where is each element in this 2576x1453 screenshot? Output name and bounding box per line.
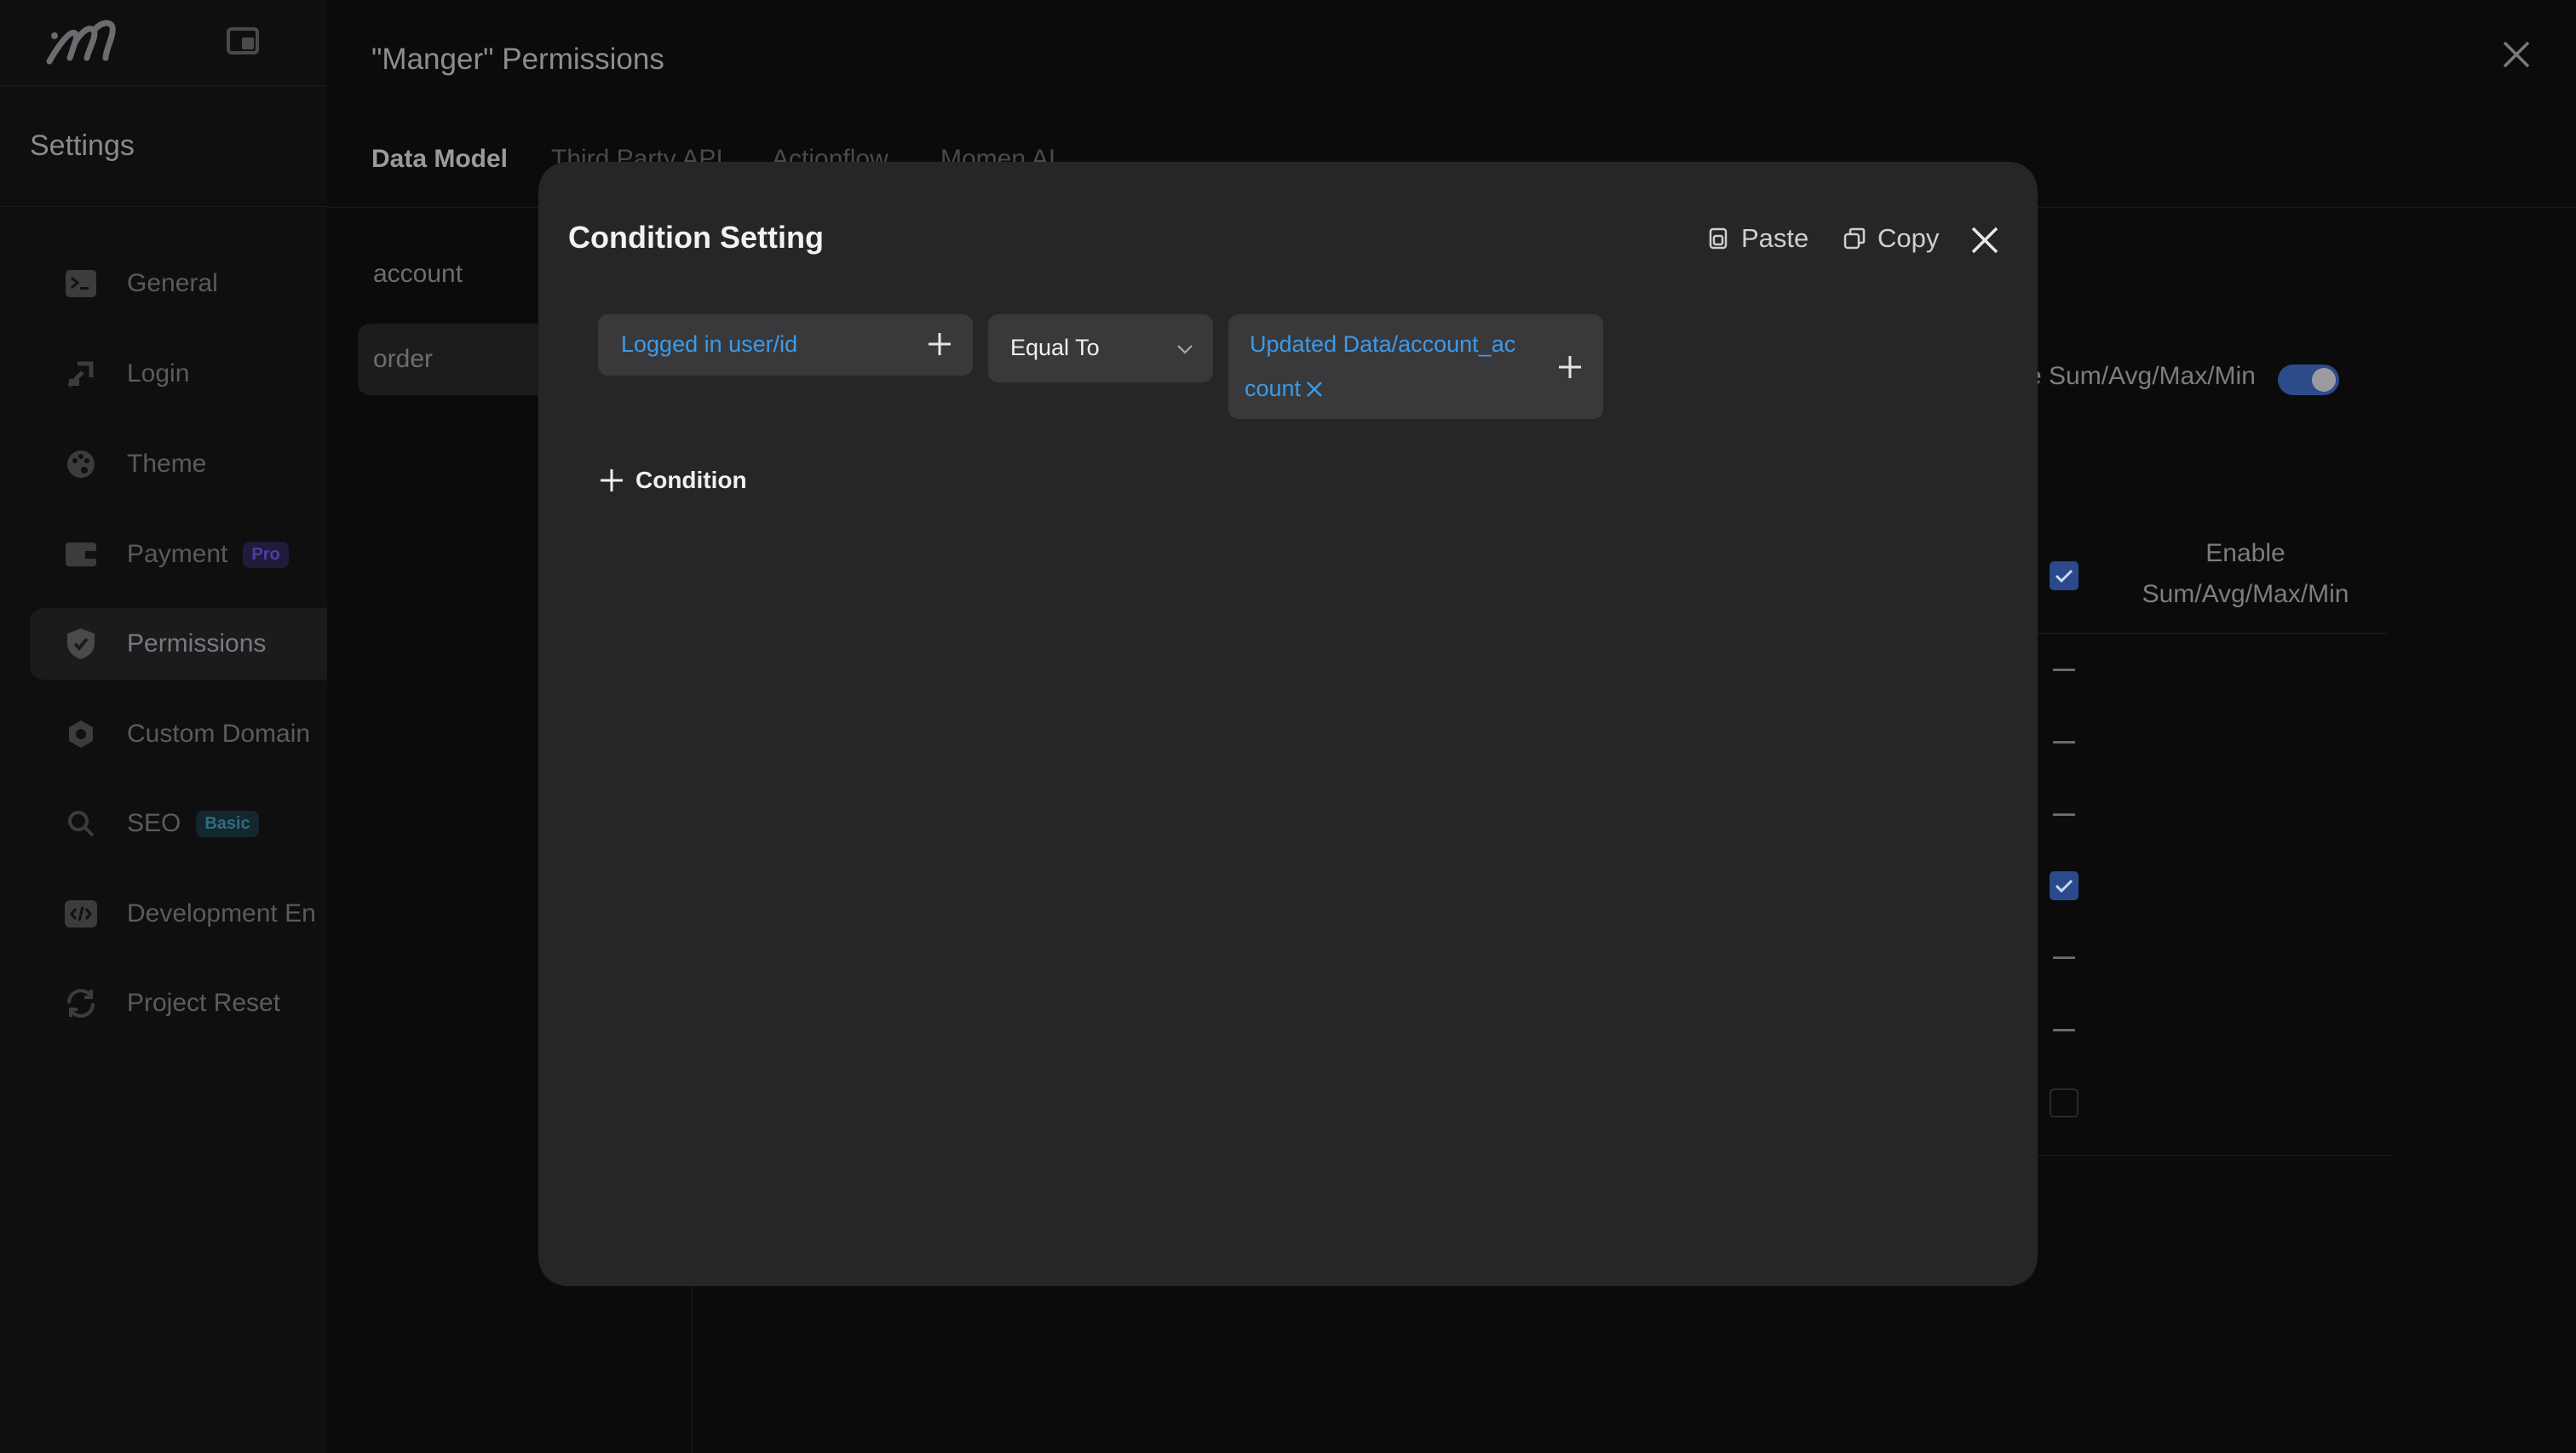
dash-indicator: [2053, 956, 2075, 959]
condition-right-operand[interactable]: Updated Data/account_ac count: [1228, 314, 1603, 419]
table-item-label: order: [373, 345, 434, 373]
close-icon[interactable]: [1968, 223, 2002, 257]
sidebar-item-label: General: [127, 269, 218, 297]
basic-badge: Basic: [196, 810, 259, 837]
condition-left-operand[interactable]: Logged in user/id: [598, 314, 973, 376]
checkbox-row[interactable]: [2050, 1088, 2079, 1117]
preview-window-icon[interactable]: [225, 26, 261, 58]
modal-title: Condition Setting: [568, 220, 824, 255]
sidebar-item-label: Payment: [127, 540, 228, 568]
dash-indicator: [2053, 813, 2075, 816]
sidebar-item-development[interactable]: Development En: [30, 878, 327, 950]
reset-icon: [64, 986, 98, 1020]
enable-aggregate-toggle[interactable]: [2278, 365, 2339, 395]
code-icon: [64, 897, 98, 931]
copy-icon: [1842, 226, 1867, 251]
divider: [0, 206, 327, 207]
search-icon: [64, 807, 98, 841]
wallet-icon: [64, 537, 98, 571]
column-header-aggregate: Enable Sum/Avg/Max/Min: [2142, 539, 2349, 608]
dash-indicator: [2053, 1029, 2075, 1031]
sidebar-item-custom-domain[interactable]: Custom Domain: [30, 698, 327, 770]
operator-select[interactable]: Equal To: [988, 314, 1213, 382]
dash-indicator: [2053, 669, 2075, 671]
add-condition-label: Condition: [635, 467, 747, 493]
shield-check-icon: [64, 627, 98, 661]
paste-button[interactable]: Paste: [1705, 223, 1808, 254]
checkbox-row[interactable]: [2050, 871, 2079, 900]
sidebar-item-label: Permissions: [127, 629, 267, 658]
plus-icon[interactable]: [1555, 353, 1584, 382]
sidebar-item-theme[interactable]: Theme: [30, 428, 327, 500]
terminal-icon: [64, 267, 98, 301]
login-icon: [64, 357, 98, 391]
sidebar-item-general[interactable]: General: [30, 248, 327, 319]
remove-value-icon[interactable]: [1304, 379, 1325, 399]
settings-title: Settings: [30, 129, 135, 162]
sidebar-header: [0, 0, 327, 86]
sidebar-item-label: Custom Domain: [127, 720, 311, 748]
palette-icon: [64, 447, 98, 481]
tab-data-model[interactable]: Data Model: [371, 145, 508, 174]
sidebar-item-label: Login: [127, 359, 190, 388]
sidebar-item-payment[interactable]: Payment Pro: [30, 519, 327, 590]
close-icon[interactable]: [2498, 36, 2535, 73]
table-item-label: account: [373, 260, 463, 288]
right-operand-value-line1: Updated Data/account_ac: [1250, 331, 1516, 357]
sidebar-item-label: Theme: [127, 450, 207, 478]
sidebar-item-project-reset[interactable]: Project Reset: [30, 968, 327, 1039]
paste-label: Paste: [1741, 223, 1809, 253]
dash-indicator: [2053, 741, 2075, 744]
copy-label: Copy: [1877, 223, 1940, 253]
sidebar-item-seo[interactable]: SEO Basic: [30, 788, 327, 859]
sidebar-item-label: SEO: [127, 809, 181, 837]
sidebar-item-label: Project Reset: [127, 989, 281, 1017]
operator-value: Equal To: [1010, 335, 1100, 360]
domain-icon: [64, 717, 98, 751]
right-operand-value-line2: count: [1245, 376, 1302, 401]
paste-icon: [1705, 226, 1731, 251]
momen-logo-icon[interactable]: [44, 15, 138, 66]
divider: [2036, 633, 2389, 634]
left-operand-value: Logged in user/id: [621, 331, 798, 357]
toggle-knob: [2312, 368, 2336, 392]
plus-icon: [598, 467, 625, 494]
sidebar-item-login[interactable]: Login: [30, 338, 327, 410]
sidebar-item-label: Development En: [127, 899, 316, 928]
copy-button[interactable]: Copy: [1842, 223, 1939, 254]
add-condition-button[interactable]: Condition: [598, 467, 747, 494]
right-operand-token: count: [1245, 376, 1325, 402]
chevron-down-icon: [1177, 345, 1193, 354]
panel-title: "Manger" Permissions: [371, 43, 664, 76]
checkbox-select-all[interactable]: [2050, 561, 2079, 590]
enable-aggregate-label: e Sum/Avg/Max/Min: [2027, 362, 2256, 390]
pro-badge: Pro: [243, 541, 289, 568]
plus-icon[interactable]: [925, 330, 954, 359]
sidebar-item-permissions[interactable]: Permissions: [30, 608, 327, 680]
divider: [2036, 1155, 2394, 1156]
